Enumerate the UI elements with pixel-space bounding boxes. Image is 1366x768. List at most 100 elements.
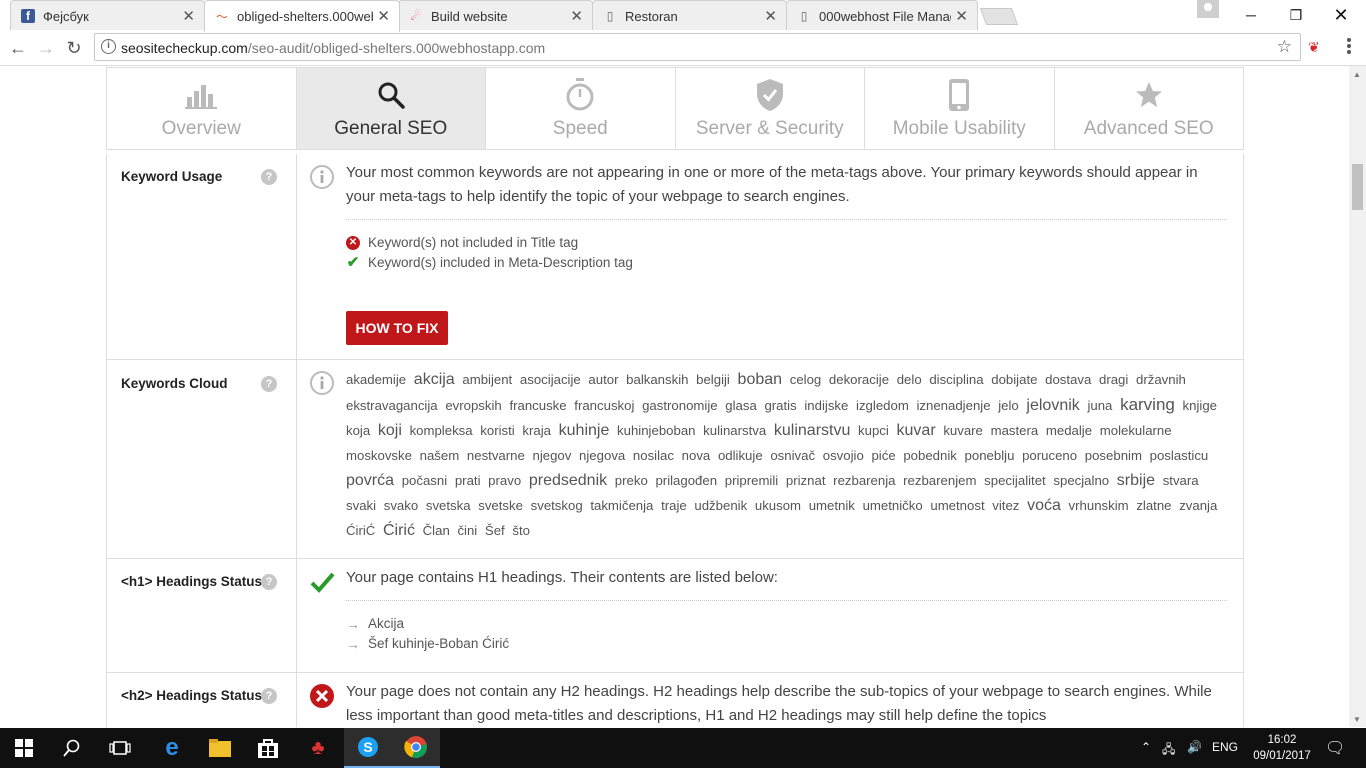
volume-icon[interactable]: 🔊: [1187, 740, 1202, 754]
keyword-cloud-word: asocijacije: [519, 372, 581, 387]
keyword-cloud-word: Šef: [484, 523, 505, 538]
help-icon[interactable]: ?: [261, 574, 277, 590]
browser-tab-facebook[interactable]: f Фејсбук ✕: [10, 0, 205, 30]
keyword-cloud-word: osnivač: [770, 448, 816, 463]
tab-advanced-seo[interactable]: Advanced SEO: [1055, 68, 1244, 149]
store-icon[interactable]: [244, 728, 292, 768]
close-tab-icon[interactable]: ✕: [377, 7, 390, 25]
minimize-icon[interactable]: ─: [1228, 0, 1274, 30]
help-icon[interactable]: ?: [261, 169, 277, 185]
windows-start-icon[interactable]: [0, 728, 48, 768]
page-scrollbar[interactable]: ▲ ▼: [1349, 66, 1366, 727]
search-icon: [297, 78, 486, 112]
scroll-down-icon[interactable]: ▼: [1353, 715, 1361, 724]
restore-icon[interactable]: ❐: [1273, 0, 1319, 30]
heading-item: → Akcija: [346, 614, 1227, 634]
taskbar-clock[interactable]: 16:02 09/01/2017: [1252, 732, 1312, 764]
scrollbar-thumb[interactable]: [1352, 164, 1363, 210]
browser-tab-file-manager[interactable]: ▯ 000webhost File Manager ✕: [786, 0, 978, 30]
task-view-icon[interactable]: [96, 728, 144, 768]
close-tab-icon[interactable]: ✕: [955, 7, 968, 25]
skype-icon[interactable]: S: [344, 728, 392, 768]
keyword-cloud-word: posebnim: [1084, 448, 1142, 463]
keyword-cloud-word: dostava: [1045, 372, 1092, 387]
edge-icon[interactable]: e: [148, 728, 196, 768]
clock-time: 16:02: [1267, 734, 1297, 746]
keyword-usage-row: Keyword Usage ? Your most common keyword…: [107, 154, 1243, 360]
keyword-cloud-word: prati: [454, 473, 481, 488]
row-label: <h1> Headings Status: [121, 574, 263, 589]
cherry-extension-icon[interactable]: ❦: [1308, 39, 1320, 56]
tab-title: Restoran: [625, 9, 678, 24]
scroll-up-icon[interactable]: ▲: [1353, 70, 1361, 79]
arrow-right-icon: →: [346, 616, 360, 632]
help-icon[interactable]: ?: [261, 376, 277, 392]
keyword-cloud-word: molekularne: [1099, 423, 1172, 438]
search-icon[interactable]: [48, 728, 96, 768]
tab-server-security[interactable]: Server & Security: [676, 68, 865, 149]
tab-mobile-usability[interactable]: Mobile Usability: [865, 68, 1055, 149]
reload-icon[interactable]: ↻: [63, 37, 85, 59]
clock-date: 09/01/2017: [1253, 750, 1311, 762]
file-explorer-icon[interactable]: [196, 728, 244, 768]
keyword-cloud-word: kuvar: [896, 422, 936, 439]
tab-title: Build website: [431, 9, 508, 24]
tab-general-seo[interactable]: General SEO: [296, 68, 486, 149]
close-tab-icon[interactable]: ✕: [764, 7, 777, 25]
check-text: Keyword(s) not included in Title tag: [368, 235, 579, 250]
keyword-cloud-word: umetnik: [808, 498, 855, 513]
keyword-cloud-word: disciplina: [929, 372, 984, 387]
row-body: Your most common keywords are not appear…: [346, 161, 1227, 345]
browser-tab-restoran[interactable]: ▯ Restoran ✕: [592, 0, 787, 30]
language-indicator[interactable]: ENG: [1212, 740, 1238, 754]
new-tab-button[interactable]: [979, 8, 1019, 25]
keyword-cloud-word: kuvare: [943, 423, 983, 438]
keyword-cloud-word: pripremili: [724, 473, 779, 488]
keyword-cloud-word: pobednik: [903, 448, 957, 463]
browser-tab-seo-audit[interactable]: 〜 obliged-shelters.000webhostapp.com/seo…: [204, 0, 400, 32]
tab-speed[interactable]: Speed: [486, 68, 676, 149]
keyword-cloud-word: indijske: [804, 398, 849, 413]
url-text[interactable]: seositecheckup.com/seo-audit/obliged-she…: [121, 40, 545, 56]
facebook-icon: f: [21, 9, 35, 23]
help-icon[interactable]: ?: [261, 688, 277, 704]
windows-taskbar: e ♣ S ⌃ 🖧 🔊 ENG 16:02 09/01/2017 🗨: [0, 728, 1366, 768]
back-arrow-icon[interactable]: ←: [7, 37, 29, 59]
keyword-cloud-word: počasni: [401, 473, 448, 488]
error-icon: ✕: [346, 236, 360, 250]
keyword-cloud-word: vrhunskim: [1068, 498, 1129, 513]
stopwatch-icon: [486, 78, 675, 112]
keyword-cloud-word: dekoracije: [828, 372, 890, 387]
address-bar[interactable]: i seositecheckup.com/seo-audit/obliged-s…: [94, 33, 1301, 61]
site-info-icon[interactable]: i: [101, 39, 116, 54]
close-window-icon[interactable]: ✕: [1318, 0, 1364, 30]
close-tab-icon[interactable]: ✕: [182, 7, 195, 25]
notification-icon[interactable]: 🗨: [1325, 738, 1345, 758]
keyword-cloud-word: piće: [871, 448, 896, 463]
tab-overview[interactable]: Overview: [107, 68, 297, 149]
close-tab-icon[interactable]: ✕: [570, 7, 583, 25]
bookmark-star-icon[interactable]: ☆: [1277, 37, 1292, 57]
h1-headings-row: <h1> Headings Status ? Your page contain…: [107, 559, 1243, 673]
browser-tab-build-website[interactable]: ☄ Build website ✕: [398, 0, 593, 30]
keyword-cloud-word: specjalno: [1053, 473, 1110, 488]
chevron-up-icon[interactable]: ⌃: [1141, 740, 1151, 754]
network-icon[interactable]: 🖧: [1162, 740, 1175, 761]
shield-check-icon: [676, 78, 865, 112]
app-icon[interactable]: ♣: [294, 728, 342, 768]
row-label-cell: <h1> Headings Status ?: [107, 559, 297, 672]
forward-arrow-icon[interactable]: →: [35, 37, 57, 59]
keyword-cloud-word: kuhinje: [558, 422, 610, 439]
keyword-cloud-word: kompleksa: [409, 423, 473, 438]
chrome-icon[interactable]: [392, 728, 440, 768]
page-viewport: Overview General SEO Speed Server & Secu…: [0, 66, 1349, 727]
keywords-cloud-row: Keywords Cloud ? akademije akcija ambije…: [107, 360, 1243, 559]
keyword-cloud-word: karving: [1120, 395, 1175, 414]
keyword-cloud-word: svetskog: [530, 498, 583, 513]
smartphone-icon: [865, 78, 1054, 112]
how-to-fix-button[interactable]: HOW TO FIX: [346, 311, 448, 345]
user-profile-icon[interactable]: [1197, 0, 1219, 18]
keyword-cloud-word: njegova: [579, 448, 626, 463]
keyword-cloud-word: svako: [383, 498, 419, 513]
browser-menu-icon[interactable]: [1346, 37, 1352, 57]
